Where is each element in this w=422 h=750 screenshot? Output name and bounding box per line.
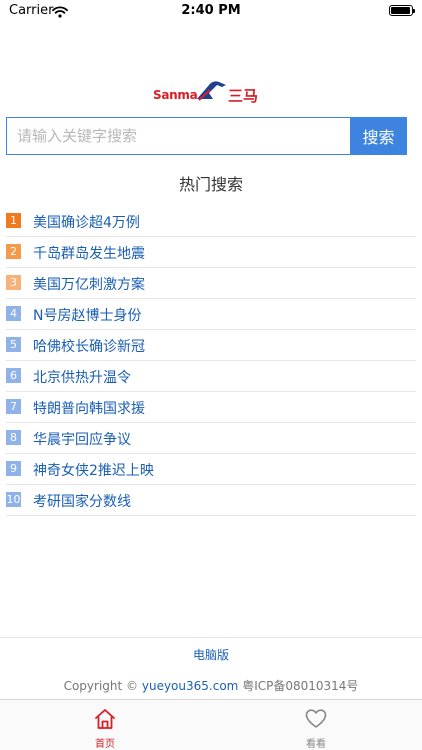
heart-icon <box>305 708 327 734</box>
hot-search-link[interactable]: 北京供热升温令 <box>33 367 131 387</box>
hot-search-link[interactable]: 美国确诊超4万例 <box>33 212 140 232</box>
rank-badge: 1 <box>6 213 21 228</box>
hot-search-list: 1 美国确诊超4万例 2 千岛群岛发生地震 3 美国万亿刺激方案 4 N号房赵博… <box>6 206 416 516</box>
rank-badge: 5 <box>6 337 21 352</box>
horse-icon <box>195 79 229 105</box>
icp-number: 粤ICP备08010314号 <box>242 679 359 693</box>
hot-search-item[interactable]: 3 美国万亿刺激方案 <box>6 268 416 299</box>
site-link[interactable]: yueyou365.com <box>142 679 239 693</box>
pc-version-link[interactable]: 电脑版 <box>0 646 422 663</box>
rank-badge: 4 <box>6 306 21 321</box>
hot-search-item[interactable]: 2 千岛群岛发生地震 <box>6 237 416 268</box>
tab-home[interactable]: 首页 <box>75 700 135 750</box>
hot-search-link[interactable]: N号房赵博士身份 <box>33 305 141 325</box>
hot-search-item[interactable]: 5 哈佛校长确诊新冠 <box>6 330 416 361</box>
rank-badge: 6 <box>6 368 21 383</box>
logo-text-cn: 三马 <box>228 87 259 105</box>
hot-search-link[interactable]: 神奇女侠2推迟上映 <box>33 460 154 480</box>
rank-badge: 3 <box>6 275 21 290</box>
site-logo[interactable]: Sanma 三马 <box>153 79 259 107</box>
home-icon <box>94 708 116 734</box>
status-time: 2:40 PM <box>181 3 241 18</box>
hot-search-item[interactable]: 9 神奇女侠2推迟上映 <box>6 454 416 485</box>
rank-badge: 7 <box>6 399 21 414</box>
hot-search-link[interactable]: 千岛群岛发生地震 <box>33 243 145 263</box>
hot-search-item[interactable]: 10 考研国家分数线 <box>6 485 416 516</box>
hot-search-item[interactable]: 7 特朗普向韩国求援 <box>6 392 416 423</box>
tab-watch[interactable]: 看看 <box>286 700 346 750</box>
hot-search-item[interactable]: 6 北京供热升温令 <box>6 361 416 392</box>
tab-bar: 首页 看看 <box>0 699 422 750</box>
rank-badge: 2 <box>6 244 21 259</box>
hot-search-link[interactable]: 特朗普向韩国求援 <box>33 398 145 418</box>
rank-badge: 9 <box>6 461 21 476</box>
search-input[interactable] <box>6 117 350 155</box>
footer-divider <box>0 637 422 638</box>
hot-search-title: 热门搜索 <box>178 175 243 194</box>
battery-icon <box>389 5 415 16</box>
tab-watch-label: 看看 <box>306 739 326 750</box>
copyright-prefix: Copyright © <box>63 679 139 693</box>
search-bar: 搜索 <box>6 117 407 155</box>
hot-search-link[interactable]: 哈佛校长确诊新冠 <box>33 336 145 356</box>
status-bar: Carrier 2:40 PM <box>0 0 422 22</box>
rank-badge: 10 <box>6 492 21 507</box>
hot-search-link[interactable]: 考研国家分数线 <box>33 491 131 511</box>
search-button[interactable]: 搜索 <box>350 117 407 155</box>
hot-search-item[interactable]: 1 美国确诊超4万例 <box>6 206 416 237</box>
tab-home-label: 首页 <box>95 739 115 750</box>
hot-search-link[interactable]: 华晨宇回应争议 <box>33 429 131 449</box>
hot-search-item[interactable]: 8 华晨宇回应争议 <box>6 423 416 454</box>
hot-search-link[interactable]: 美国万亿刺激方案 <box>33 274 145 294</box>
copyright-text: Copyright © yueyou365.com 粤ICP备08010314号 <box>0 677 422 694</box>
rank-badge: 8 <box>6 430 21 445</box>
hot-search-item[interactable]: 4 N号房赵博士身份 <box>6 299 416 330</box>
logo-text-en: Sanma <box>153 88 198 102</box>
